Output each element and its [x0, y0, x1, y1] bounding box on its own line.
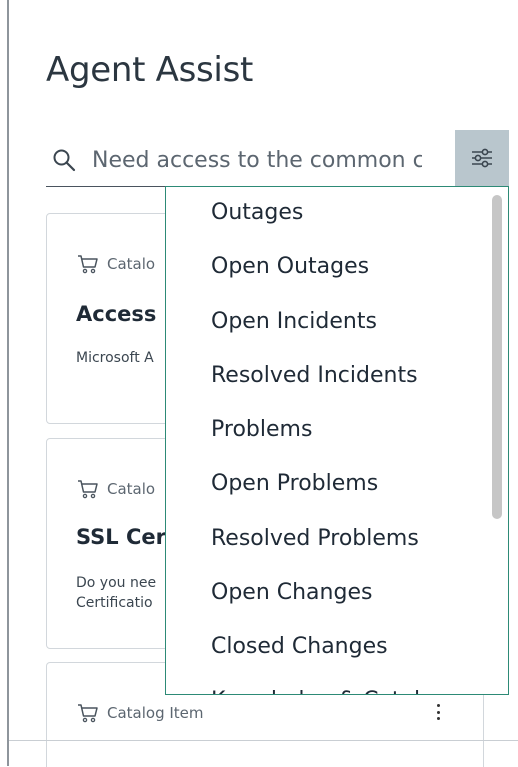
- filter-menu-item[interactable]: Knowledge & Catalog: [211, 681, 448, 694]
- card-type-label: Catalo: [77, 254, 155, 274]
- more-vertical-icon[interactable]: [437, 704, 441, 720]
- page-title: Agent Assist: [46, 50, 254, 90]
- search-icon: [53, 149, 76, 172]
- search-input[interactable]: [92, 142, 422, 178]
- cart-icon: [78, 704, 98, 723]
- card-type-text: Catalog Item: [107, 704, 204, 722]
- filter-menu-item[interactable]: Outages: [211, 193, 303, 233]
- dropdown-scrollbar[interactable]: [492, 195, 502, 519]
- filter-menu-item[interactable]: Open Changes: [211, 573, 372, 613]
- cart-icon: [78, 255, 98, 274]
- filter-menu-item[interactable]: Open Incidents: [211, 302, 377, 342]
- filter-menu-item[interactable]: Open Outages: [211, 247, 369, 287]
- card-type-text: Catalo: [107, 480, 156, 498]
- card-type-label: Catalo: [77, 479, 155, 499]
- filter-menu-item[interactable]: Resolved Incidents: [211, 356, 418, 396]
- search-bar: [46, 136, 428, 187]
- card-title[interactable]: SSL Cer: [76, 525, 166, 549]
- filter-dropdown-menu: Outages Open Outages Open Incidents Reso…: [165, 186, 509, 695]
- panel-left-border: [7, 0, 9, 766]
- sliders-icon: [472, 148, 492, 168]
- card-title[interactable]: Access: [76, 302, 156, 326]
- filter-button[interactable]: [455, 130, 509, 186]
- filter-menu-item[interactable]: Closed Changes: [211, 627, 388, 667]
- card-type-text: Catalo: [107, 255, 156, 273]
- footer-divider: [9, 740, 518, 741]
- card-type-label: Catalog Item: [77, 703, 204, 723]
- cart-icon: [78, 480, 98, 499]
- filter-menu-item[interactable]: Open Problems: [211, 464, 378, 504]
- filter-menu-item[interactable]: Problems: [211, 410, 312, 450]
- filter-menu-item[interactable]: Resolved Problems: [211, 519, 419, 559]
